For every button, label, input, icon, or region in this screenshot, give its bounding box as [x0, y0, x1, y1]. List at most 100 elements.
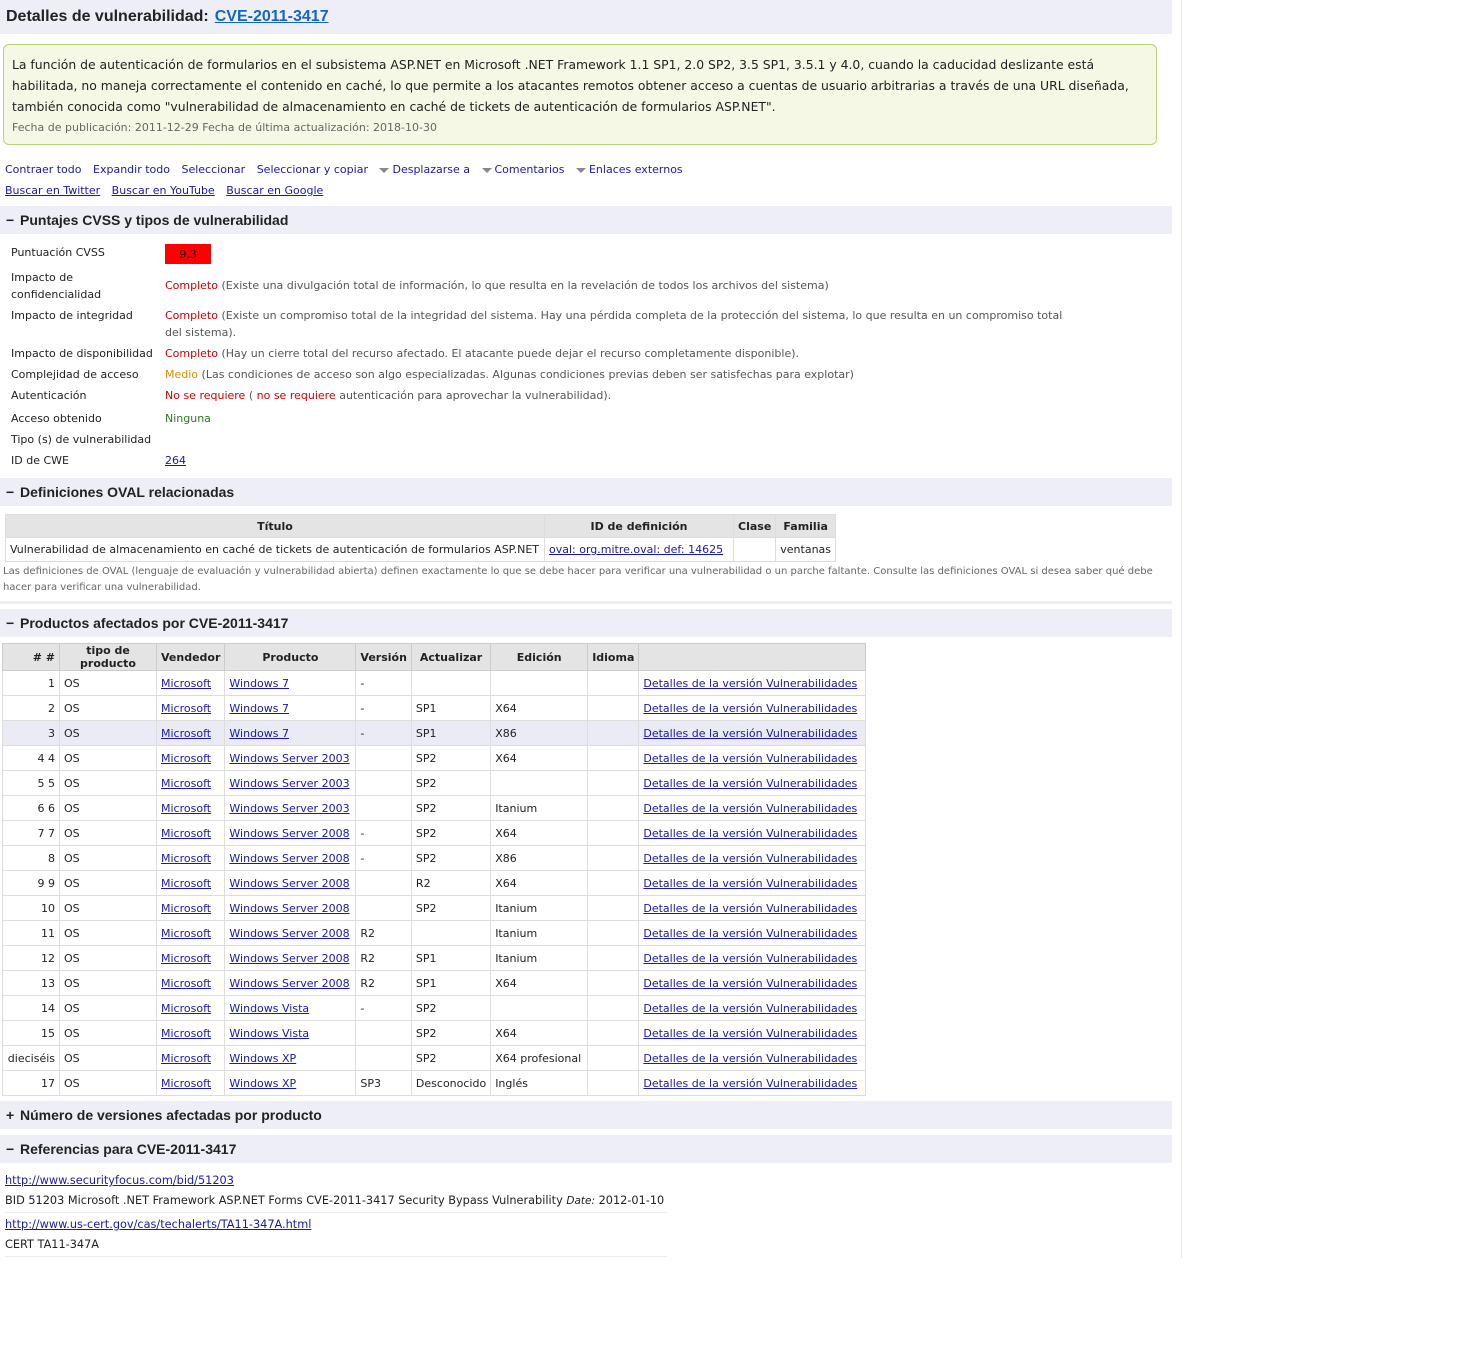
vendor-link[interactable]: Microsoft: [161, 977, 211, 990]
vendor-link[interactable]: Microsoft: [161, 727, 211, 740]
product-link[interactable]: Windows 7: [229, 677, 289, 690]
version-details-link[interactable]: Detalles de la versión: [643, 727, 766, 740]
product-link[interactable]: Windows 7: [229, 702, 289, 715]
row-actions: Detalles de la versión Vulnerabilidades: [638, 895, 867, 921]
product-link[interactable]: Windows Server 2008: [229, 827, 349, 840]
vulnerabilities-link[interactable]: Vulnerabilidades: [766, 977, 857, 990]
search-youtube-link[interactable]: Buscar en YouTube: [112, 184, 215, 197]
product-link[interactable]: Windows Server 2003: [229, 752, 349, 765]
vulnerabilities-link[interactable]: Vulnerabilidades: [766, 827, 857, 840]
vendor-link[interactable]: Microsoft: [161, 902, 211, 915]
version-details-link[interactable]: Detalles de la versión: [643, 752, 766, 765]
vendor-link[interactable]: Microsoft: [161, 1077, 211, 1090]
vulnerabilities-link[interactable]: Vulnerabilidades: [766, 927, 857, 940]
version-details-link[interactable]: Detalles de la versión: [643, 977, 766, 990]
version-details-link[interactable]: Detalles de la versión: [643, 1052, 766, 1065]
product-link[interactable]: Windows Vista: [229, 1002, 309, 1015]
collapse-all-link[interactable]: Contraer todo: [5, 163, 82, 176]
version-details-link[interactable]: Detalles de la versión: [643, 852, 766, 865]
vendor-link[interactable]: Microsoft: [161, 802, 211, 815]
version-details-link[interactable]: Detalles de la versión: [643, 802, 766, 815]
vendor-link[interactable]: Microsoft: [161, 777, 211, 790]
vulnerabilities-link[interactable]: Vulnerabilidades: [766, 1002, 857, 1015]
version-details-link[interactable]: Detalles de la versión: [643, 952, 766, 965]
vulnerabilities-link[interactable]: Vulnerabilidades: [766, 1052, 857, 1065]
products-section-header[interactable]: − Productos afectados por CVE-2011-3417: [0, 609, 1172, 637]
version-details-link[interactable]: Detalles de la versión: [643, 927, 766, 940]
oval-col-family: Familia: [775, 514, 837, 538]
reference-link[interactable]: http://www.securityfocus.com/bid/51203: [5, 1174, 234, 1187]
vendor-link[interactable]: Microsoft: [161, 1027, 211, 1040]
product-link[interactable]: Windows Server 2008: [229, 902, 349, 915]
product-link[interactable]: Windows Server 2008: [229, 977, 349, 990]
vendor-link[interactable]: Microsoft: [161, 1052, 211, 1065]
select-link[interactable]: Seleccionar: [181, 163, 245, 176]
product-link[interactable]: Windows Server 2008: [229, 927, 349, 940]
vulnerabilities-link[interactable]: Vulnerabilidades: [766, 777, 857, 790]
vulnerabilities-link[interactable]: Vulnerabilidades: [766, 852, 857, 865]
vulnerabilities-link[interactable]: Vulnerabilidades: [766, 702, 857, 715]
vendor-link[interactable]: Microsoft: [161, 852, 211, 865]
versions-section-header[interactable]: + Número de versiones afectadas por prod…: [0, 1101, 1172, 1129]
comments-dropdown[interactable]: Comentarios: [482, 163, 565, 176]
vulnerabilities-link[interactable]: Vulnerabilidades: [766, 677, 857, 690]
search-twitter-link[interactable]: Buscar en Twitter: [5, 184, 100, 197]
oval-col-class: Clase: [732, 514, 777, 538]
oval-section-header[interactable]: − Definiciones OVAL relacionadas: [0, 478, 1172, 506]
collapse-toggle-icon[interactable]: −: [6, 484, 20, 500]
external-links-dropdown[interactable]: Enlaces externos: [576, 163, 683, 176]
vulnerabilities-link[interactable]: Vulnerabilidades: [766, 877, 857, 890]
search-google-link[interactable]: Buscar en Google: [226, 184, 323, 197]
product-link[interactable]: Windows Server 2008: [229, 877, 349, 890]
vendor-link[interactable]: Microsoft: [161, 827, 211, 840]
oval-definition-link[interactable]: oval: org.mitre.oval: def: 14625: [549, 543, 723, 556]
version-details-link[interactable]: Detalles de la versión: [643, 827, 766, 840]
cvss-section-header[interactable]: − Puntajes CVSS y tipos de vulnerabilida…: [0, 206, 1172, 234]
version-details-link[interactable]: Detalles de la versión: [643, 1027, 766, 1040]
product-link-cell: Windows 7: [224, 670, 357, 696]
product-link[interactable]: Windows 7: [229, 727, 289, 740]
product-link[interactable]: Windows XP: [229, 1077, 296, 1090]
vulnerabilities-link[interactable]: Vulnerabilidades: [766, 727, 857, 740]
version-details-link[interactable]: Detalles de la versión: [643, 902, 766, 915]
vendor-link[interactable]: Microsoft: [161, 877, 211, 890]
vulnerabilities-link[interactable]: Vulnerabilidades: [766, 752, 857, 765]
product-link[interactable]: Windows XP: [229, 1052, 296, 1065]
vendor-link[interactable]: Microsoft: [161, 702, 211, 715]
vendor-link[interactable]: Microsoft: [161, 927, 211, 940]
vulnerabilities-link[interactable]: Vulnerabilidades: [766, 1077, 857, 1090]
vendor-link[interactable]: Microsoft: [161, 677, 211, 690]
product-link[interactable]: Windows Vista: [229, 1027, 309, 1040]
row-product-type: OS: [59, 770, 157, 796]
collapse-toggle-icon[interactable]: −: [6, 615, 20, 631]
row-number: 2: [2, 695, 60, 721]
reference-link[interactable]: http://www.us-cert.gov/cas/techalerts/TA…: [5, 1218, 311, 1231]
vulnerabilities-link[interactable]: Vulnerabilidades: [766, 902, 857, 915]
vendor-link[interactable]: Microsoft: [161, 752, 211, 765]
expand-toggle-icon[interactable]: +: [6, 1107, 20, 1123]
product-link[interactable]: Windows Server 2008: [229, 952, 349, 965]
collapse-toggle-icon[interactable]: −: [6, 212, 20, 228]
select-copy-link[interactable]: Seleccionar y copiar: [257, 163, 368, 176]
version-details-link[interactable]: Detalles de la versión: [643, 1077, 766, 1090]
vulnerabilities-link[interactable]: Vulnerabilidades: [766, 1027, 857, 1040]
scroll-to-dropdown[interactable]: Desplazarse a: [379, 163, 470, 176]
cve-link[interactable]: CVE-2011-3417: [215, 8, 329, 26]
cwe-id-link[interactable]: 264: [165, 454, 186, 467]
product-link[interactable]: Windows Server 2008: [229, 852, 349, 865]
vulnerabilities-link[interactable]: Vulnerabilidades: [766, 952, 857, 965]
collapse-toggle-icon[interactable]: −: [6, 1141, 20, 1157]
product-link[interactable]: Windows Server 2003: [229, 777, 349, 790]
version-details-link[interactable]: Detalles de la versión: [643, 877, 766, 890]
version-details-link[interactable]: Detalles de la versión: [643, 702, 766, 715]
version-details-link[interactable]: Detalles de la versión: [643, 1002, 766, 1015]
version-details-link[interactable]: Detalles de la versión: [643, 777, 766, 790]
expand-all-link[interactable]: Expandir todo: [93, 163, 170, 176]
vendor-link[interactable]: Microsoft: [161, 1002, 211, 1015]
version-details-link[interactable]: Detalles de la versión: [643, 677, 766, 690]
oval-family: ventanas: [775, 537, 837, 562]
vulnerabilities-link[interactable]: Vulnerabilidades: [766, 802, 857, 815]
vendor-link[interactable]: Microsoft: [161, 952, 211, 965]
references-section-header[interactable]: − Referencias para CVE-2011-3417: [0, 1135, 1172, 1163]
product-link[interactable]: Windows Server 2003: [229, 802, 349, 815]
